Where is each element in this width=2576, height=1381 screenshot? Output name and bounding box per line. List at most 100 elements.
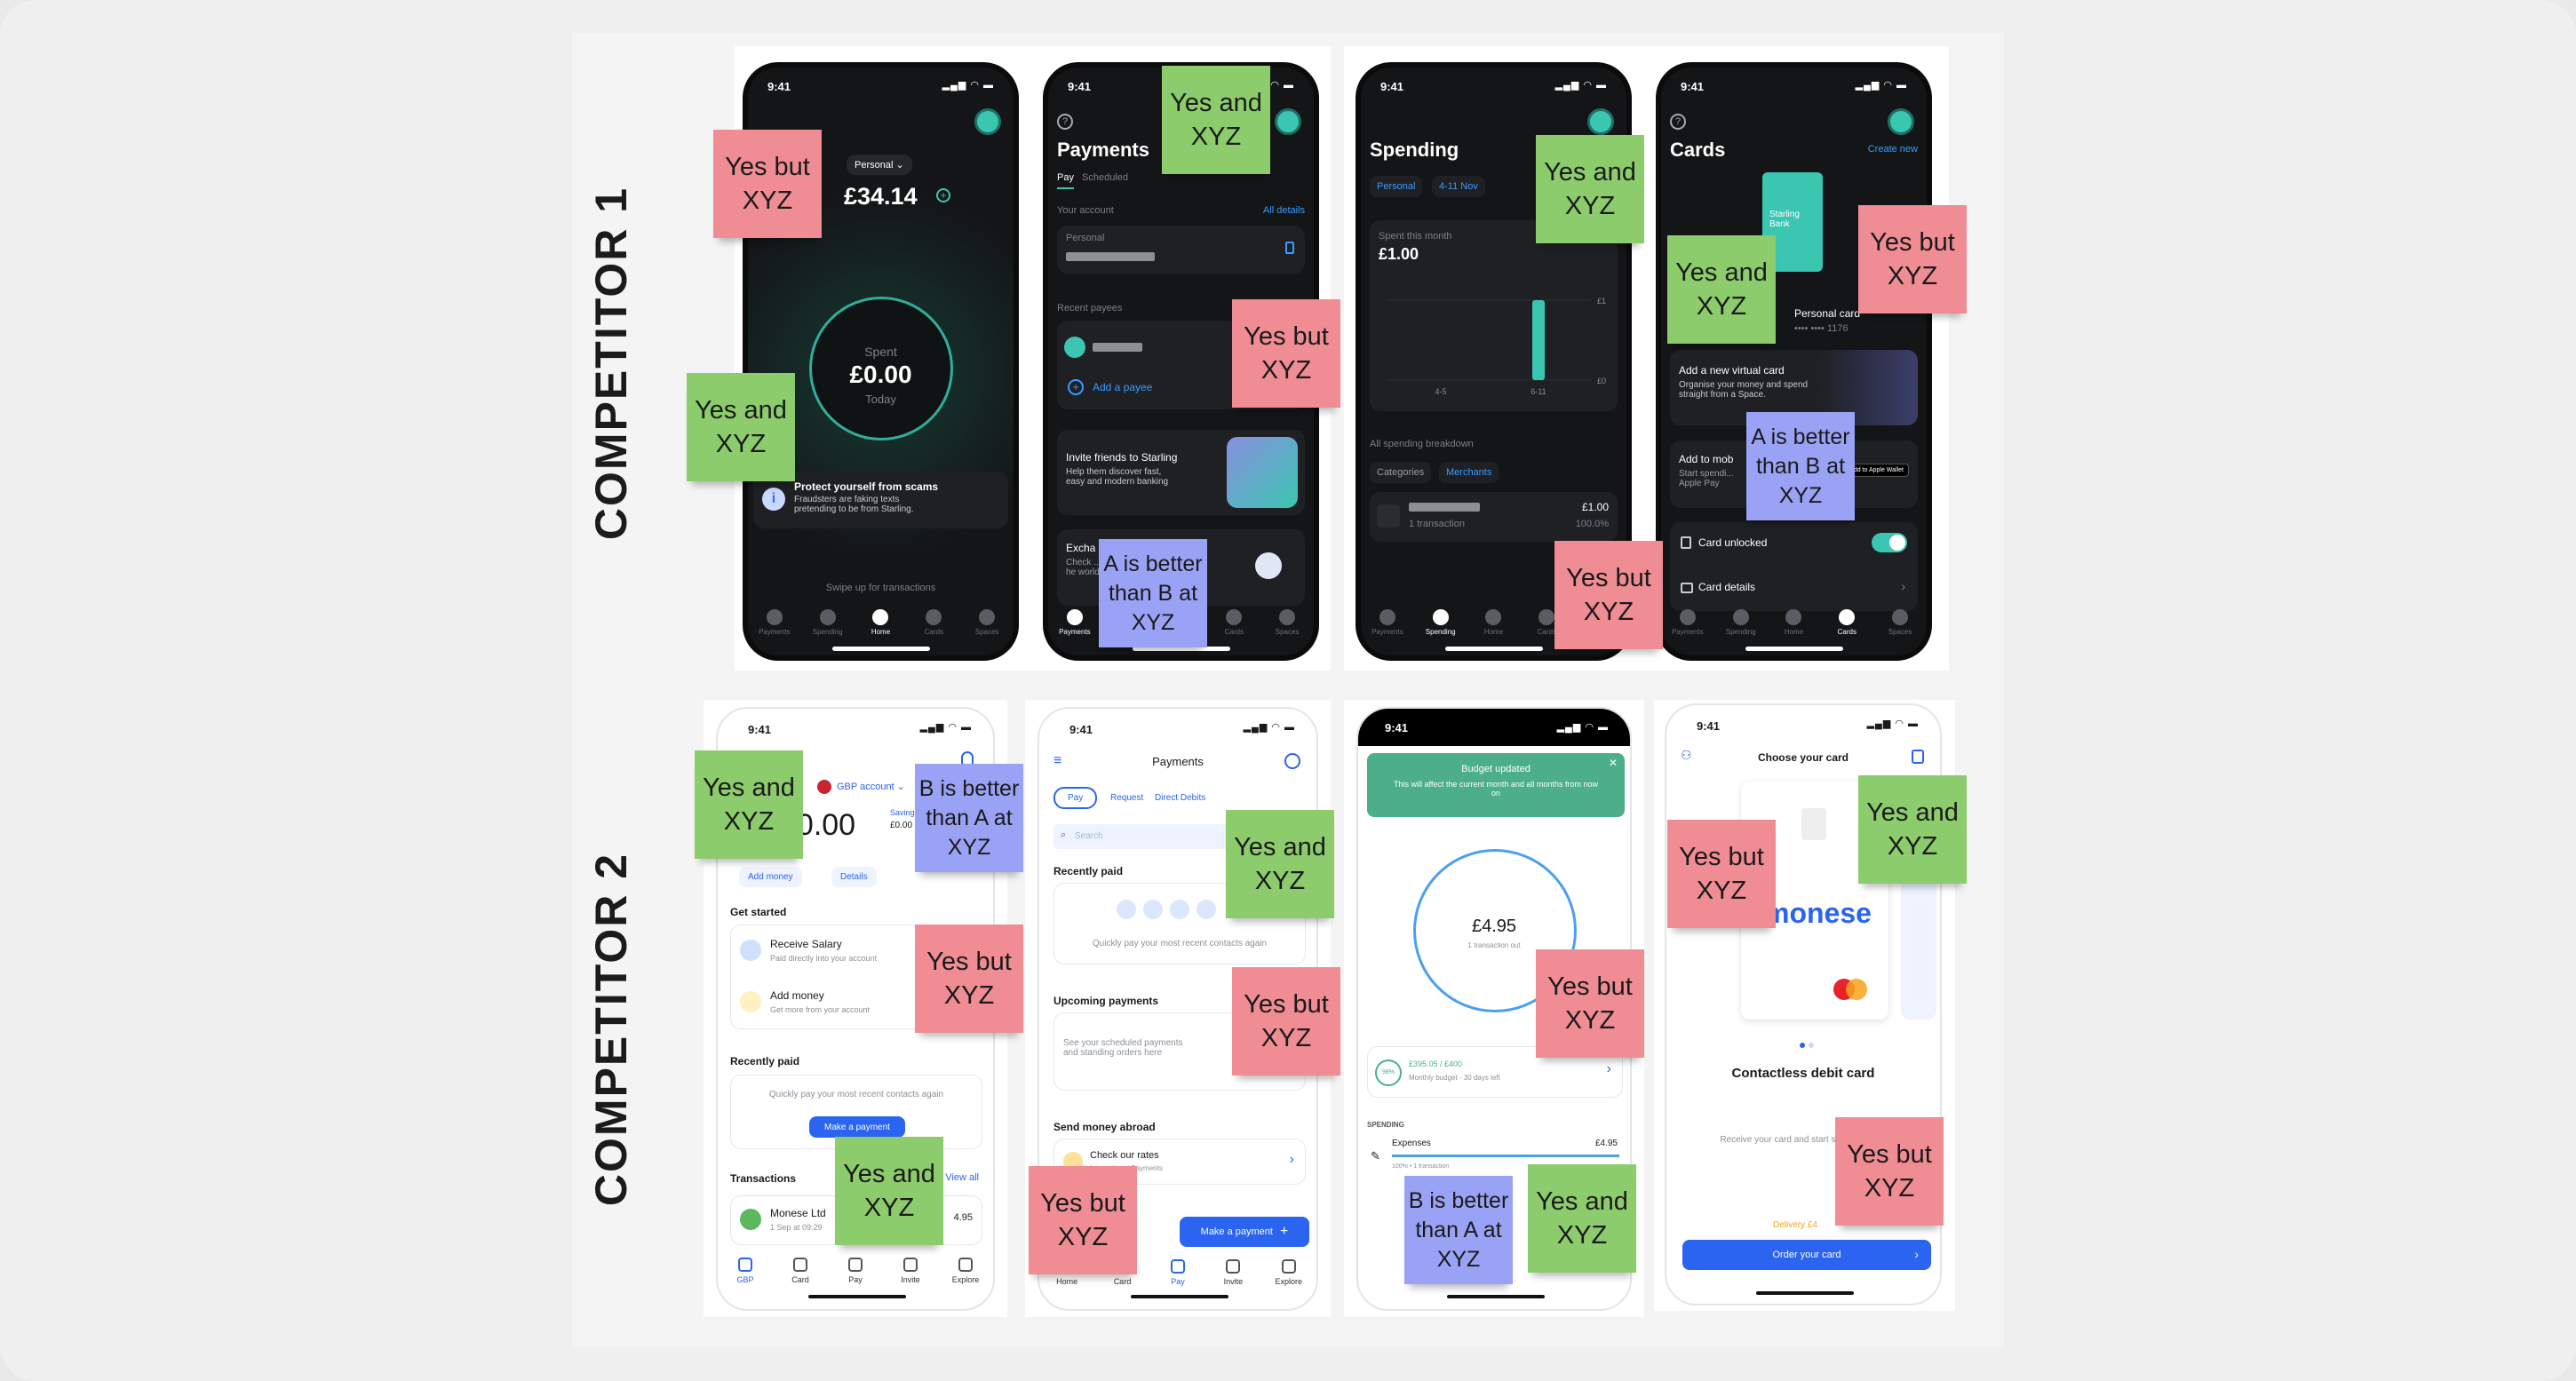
tab-request[interactable]: Request <box>1110 793 1143 803</box>
tab-scheduled[interactable]: Scheduled <box>1082 172 1128 183</box>
invite-friends-card[interactable]: Invite friends to Starling Help them dis… <box>1057 430 1305 515</box>
account-selector[interactable]: GBP account ⌄ <box>837 781 905 792</box>
expense-sub: 100% • 1 transaction <box>1392 1163 1450 1170</box>
make-payment-button[interactable]: Make a payment + <box>1180 1217 1309 1247</box>
tab-home[interactable]: Home <box>1471 609 1515 641</box>
profile-avatar[interactable] <box>1587 108 1614 135</box>
filter-personal[interactable]: Personal <box>1370 176 1423 197</box>
tab-spaces[interactable]: Spaces <box>1265 609 1309 641</box>
carousel-dot-active[interactable] <box>1800 1043 1805 1048</box>
sticky-note[interactable]: Yes and XYZ <box>1528 1164 1636 1273</box>
tab-gbp[interactable]: GBP <box>726 1258 765 1284</box>
tab-home[interactable]: Home <box>858 609 902 641</box>
tab-pay[interactable]: Pay <box>836 1258 875 1284</box>
tab-cards[interactable]: Cards <box>1212 609 1256 641</box>
all-details-link[interactable]: All details <box>1263 205 1305 216</box>
merchant-row[interactable]: 1 transaction £1.00 100.0% <box>1370 492 1618 542</box>
sticky-note[interactable]: Yes and XYZ <box>835 1137 943 1245</box>
chevron-right-icon: › <box>1901 579 1905 593</box>
add-payee-button[interactable]: Add a payee <box>1093 381 1152 393</box>
sticky-note[interactable]: Yes but XYZ <box>1667 820 1776 928</box>
swipe-hint: Swipe up for transactions <box>825 583 936 593</box>
tab-pay[interactable]: Pay <box>1057 172 1074 189</box>
sticky-note[interactable]: Yes but XYZ <box>713 130 822 238</box>
tab-pay[interactable]: Pay <box>1053 787 1098 809</box>
sticky-note[interactable]: Yes and XYZ <box>695 750 803 859</box>
tab-explore[interactable]: Explore <box>1269 1259 1308 1286</box>
card-unlocked-toggle[interactable] <box>1872 533 1907 552</box>
filter-date-range[interactable]: 4-11 Nov <box>1432 176 1485 197</box>
close-icon[interactable]: ✕ <box>1609 757 1618 769</box>
make-payment-button[interactable]: Make a payment <box>809 1116 905 1138</box>
search-icon: ⌕ <box>1061 829 1067 840</box>
details-button[interactable]: Details <box>831 867 877 887</box>
copy-icon[interactable] <box>1285 242 1294 254</box>
tab-direct-debits[interactable]: Direct Debits <box>1155 793 1205 803</box>
tab-home[interactable]: Home <box>1771 609 1816 641</box>
cards-icon <box>1538 609 1555 625</box>
home-icon <box>1485 609 1502 625</box>
tab-spaces[interactable]: Spaces <box>1878 609 1922 641</box>
sticky-note[interactable]: Yes but XYZ <box>1232 299 1340 408</box>
sticky-note[interactable]: Yes and XYZ <box>687 373 795 481</box>
add-money-icon[interactable]: + <box>936 188 950 202</box>
help-icon[interactable]: ? <box>1670 114 1686 130</box>
payee-avatar[interactable] <box>1064 337 1085 358</box>
profile-avatar[interactable] <box>974 108 1001 135</box>
tab-cards[interactable]: Cards <box>911 609 956 641</box>
add-money-button[interactable]: Add money <box>739 867 802 887</box>
profile-avatar[interactable] <box>1888 108 1914 135</box>
sticky-note[interactable]: Yes but XYZ <box>1029 1166 1137 1274</box>
spending-icon <box>1732 609 1749 625</box>
send-abroad-heading: Send money abroad <box>1053 1121 1156 1133</box>
card-settings: Card unlocked Card details › <box>1670 522 1918 611</box>
profile-avatar[interactable] <box>1275 108 1301 135</box>
tab-payments[interactable]: Payments <box>1365 609 1410 641</box>
tab-cards[interactable]: Cards <box>1825 609 1869 641</box>
view-all-link[interactable]: View all <box>945 1172 979 1183</box>
sticky-note[interactable]: A is better than B at XYZ <box>1099 539 1207 647</box>
sticky-note[interactable]: Yes but XYZ <box>1232 967 1340 1075</box>
sticky-note[interactable]: Yes but XYZ <box>1536 949 1644 1058</box>
sticky-note[interactable]: Yes but XYZ <box>1858 205 1967 314</box>
sticky-note[interactable]: Yes and XYZ <box>1162 66 1270 174</box>
sticky-note[interactable]: Yes and XYZ <box>1536 135 1644 243</box>
tab-invite[interactable]: Invite <box>891 1258 930 1284</box>
tab-payments[interactable]: Payments <box>752 609 797 641</box>
tab-spending[interactable]: Spending <box>1419 609 1463 641</box>
card-details-row[interactable]: Card details <box>1698 581 1755 593</box>
tab-payments[interactable]: Payments <box>1053 609 1097 641</box>
balance: £34.14 <box>844 183 918 210</box>
receive-salary-item[interactable]: Receive Salary <box>770 938 842 950</box>
create-new-link[interactable]: Create new <box>1868 144 1918 155</box>
tab-spending[interactable]: Spending <box>1719 609 1763 641</box>
sticky-note[interactable]: Yes and XYZ <box>1667 235 1776 344</box>
breakdown-tab-merchants[interactable]: Merchants <box>1439 462 1499 483</box>
tab-spending[interactable]: Spending <box>806 609 850 641</box>
carousel-dot[interactable] <box>1809 1043 1814 1048</box>
profile-icon[interactable] <box>1284 753 1300 769</box>
order-card-button[interactable]: Order your card › <box>1682 1240 1931 1270</box>
chat-icon[interactable] <box>1912 750 1924 764</box>
sticky-note[interactable]: Yes but XYZ <box>1835 1117 1944 1226</box>
sticky-note[interactable]: Yes and XYZ <box>1858 775 1967 884</box>
sticky-note[interactable]: A is better than B at XYZ <box>1746 412 1855 520</box>
merchant-percent: 100.0% <box>1575 519 1609 529</box>
tab-card[interactable]: Card <box>781 1258 820 1284</box>
cards-icon <box>1839 609 1856 625</box>
sticky-note[interactable]: B is better than A at XYZ <box>1404 1176 1513 1284</box>
tab-spaces[interactable]: Spaces <box>965 609 1009 641</box>
help-icon[interactable]: ? <box>1057 114 1073 130</box>
sticky-note[interactable]: Yes but XYZ <box>1554 541 1663 649</box>
tab-pay[interactable]: Pay <box>1158 1259 1197 1286</box>
breakdown-tab-categories[interactable]: Categories <box>1370 462 1432 483</box>
sticky-note[interactable]: Yes and XYZ <box>1226 810 1334 918</box>
account-switcher[interactable]: Personal ⌄ <box>847 155 912 175</box>
account-card[interactable]: Personal <box>1057 226 1305 274</box>
tab-explore[interactable]: Explore <box>946 1258 985 1284</box>
add-money-item[interactable]: Add money <box>770 989 824 1002</box>
tab-payments[interactable]: Payments <box>1666 609 1710 641</box>
sticky-note[interactable]: Yes but XYZ <box>915 925 1023 1033</box>
sticky-note[interactable]: B is better than A at XYZ <box>915 764 1023 872</box>
tab-invite[interactable]: Invite <box>1213 1259 1252 1286</box>
